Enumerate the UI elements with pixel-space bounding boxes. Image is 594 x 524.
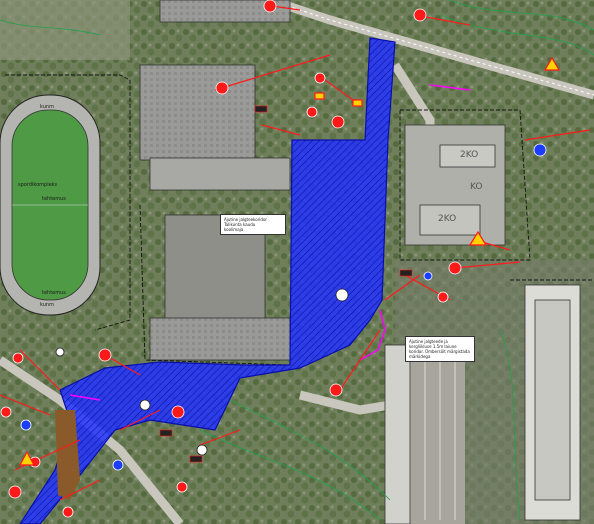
annotation-note-left: Ajutine jalgteekoridor Talikunta kaudu k…	[220, 214, 286, 235]
building-label-2ko-b: 2KO	[438, 214, 457, 224]
building-label-ko: KO	[470, 182, 483, 192]
building-label-2ko: 2KO	[460, 150, 479, 160]
stadium	[0, 94, 101, 316]
stadium-label-bottom: kunm	[40, 302, 54, 308]
annotation-note-right: Ajutine jalgteede ja kergliikluse 1.5m l…	[405, 336, 475, 362]
stadium-label-field-low: tehtemus	[42, 290, 66, 296]
map-graphics	[0, 0, 594, 524]
stadium-label-top: kunm	[40, 104, 54, 110]
stadium-label-field: tehtemus	[42, 196, 66, 202]
site-plan-map: kunm spordikompleks tehtemus tehtemus ku…	[0, 0, 594, 524]
stadium-label-complex: spordikompleks	[18, 182, 58, 188]
